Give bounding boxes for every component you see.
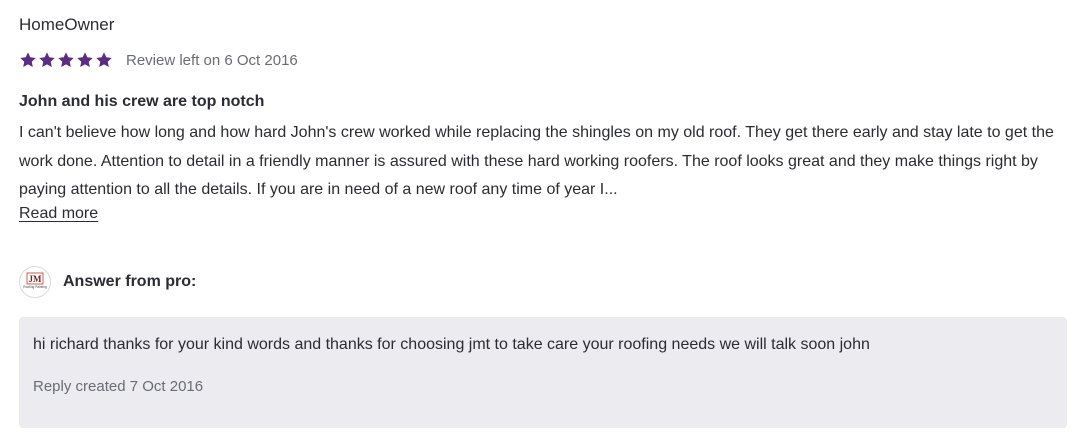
star-icon — [95, 51, 113, 69]
review-title: John and his crew are top notch — [19, 93, 265, 110]
answer-text: hi richard thanks for your kind words an… — [33, 336, 870, 353]
answer-label: Answer from pro: — [63, 273, 197, 290]
star-rating — [19, 51, 113, 69]
read-more-link[interactable]: Read more — [19, 205, 98, 223]
star-icon — [57, 51, 75, 69]
rating-row: Review left on 6 Oct 2016 — [19, 49, 298, 71]
review-body: I can't believe how long and how hard Jo… — [19, 124, 1054, 198]
pro-logo-subtext: Roofing Painting — [23, 285, 47, 289]
review-card: HomeOwner Review left on 6 Oct 2016 John… — [0, 0, 1086, 444]
star-icon — [76, 51, 94, 69]
star-icon — [38, 51, 56, 69]
answer-header: JM Roofing Painting Answer from pro: — [19, 266, 196, 298]
star-icon — [19, 51, 37, 69]
review-author: HomeOwner — [19, 15, 115, 34]
answer-box: hi richard thanks for your kind words an… — [19, 317, 1067, 428]
reply-date: Reply created 7 Oct 2016 — [33, 378, 204, 395]
pro-logo-text: JM — [29, 274, 43, 284]
review-date: Review left on 6 Oct 2016 — [126, 51, 298, 69]
pro-logo-icon: JM Roofing Painting — [19, 266, 51, 298]
